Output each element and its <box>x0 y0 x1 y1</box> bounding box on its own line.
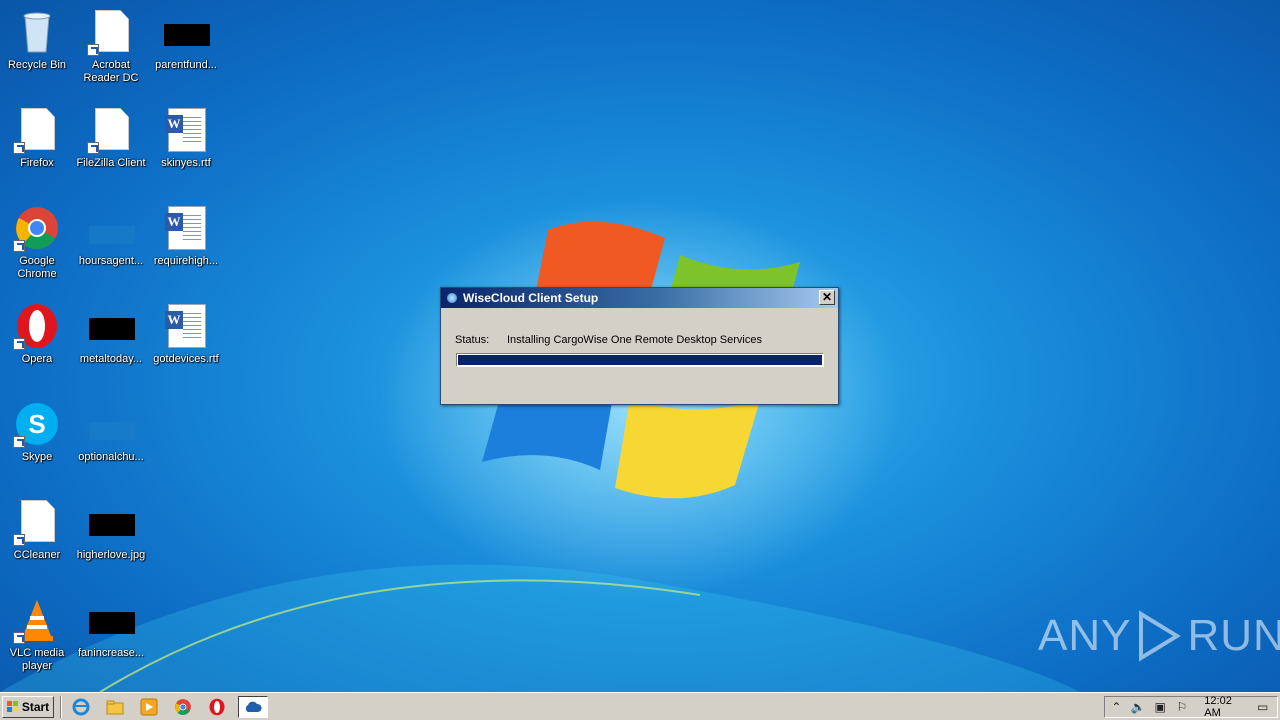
desktop-icon-fanincrease[interactable]: fanincrease... <box>74 592 148 682</box>
anyrun-watermark: ANY RUN <box>1038 610 1280 662</box>
icon-label: gotdevices.rtf <box>153 353 219 365</box>
show-desktop-icon[interactable]: ▭ <box>1255 699 1270 715</box>
chrome-icon <box>13 204 61 252</box>
play-logo-icon <box>1139 610 1182 662</box>
media-player-taskbar-button[interactable] <box>136 696 162 718</box>
filezilla-shortcut-icon <box>87 106 135 154</box>
desktop-icon-acrobat[interactable]: Acrobat Reader DC <box>74 4 148 94</box>
firefox-shortcut-icon <box>13 106 61 154</box>
icon-label: CCleaner <box>13 549 61 561</box>
volume-icon[interactable]: 🔈 <box>1131 699 1146 715</box>
desktop-icon-filezilla[interactable]: FileZilla Client <box>74 102 148 192</box>
icon-label: Skype <box>21 451 53 463</box>
desktop-icon-recycle-bin[interactable]: Recycle Bin <box>0 4 74 94</box>
opera-icon <box>13 302 61 350</box>
progress-fill <box>458 355 822 365</box>
setup-dialog: WiseCloud Client Setup ✕ Status: Install… <box>440 287 839 405</box>
file-icon <box>87 204 135 252</box>
desktop-icon-google-chrome[interactable]: Google Chrome <box>0 200 74 290</box>
desktop-icon-gotdevices[interactable]: W gotdevices.rtf <box>149 298 223 388</box>
desktop: Recycle Bin Firefox Google Chrome Opera … <box>0 0 1280 692</box>
media-player-icon <box>140 698 158 715</box>
desktop-icon-skype[interactable]: S Skype <box>0 396 74 486</box>
icon-label: FileZilla Client <box>76 157 146 169</box>
system-tray: ⌃ 🔈 ▣ ⚐ 12:02 AM ▭ <box>1104 695 1278 719</box>
blacked-file-icon <box>87 596 135 644</box>
icon-label: Acrobat Reader DC <box>83 59 139 84</box>
watermark-left: ANY <box>1038 611 1132 660</box>
desktop-icon-vlc[interactable]: VLC media player <box>0 592 74 682</box>
icon-label: Google Chrome <box>17 255 57 280</box>
acrobat-shortcut-icon <box>87 8 135 56</box>
file-icon <box>87 400 135 448</box>
start-button[interactable]: Start <box>2 695 54 718</box>
word-document-icon: W <box>162 106 210 154</box>
desktop-icon-firefox[interactable]: Firefox <box>0 102 74 192</box>
status-text: Installing CargoWise One Remote Desktop … <box>507 334 762 346</box>
explorer-taskbar-button[interactable] <box>102 696 128 718</box>
windows-flag-icon <box>6 700 19 713</box>
blacked-file-icon <box>87 302 135 350</box>
progress-bar <box>456 353 824 367</box>
desktop-icon-higherlove[interactable]: higherlove.jpg <box>74 494 148 584</box>
icon-label: Opera <box>21 353 53 365</box>
status-row: Status: Installing CargoWise One Remote … <box>455 334 762 346</box>
icon-label: parentfund... <box>155 59 217 71</box>
icon-label: fanincrease... <box>77 647 145 659</box>
skype-icon: S <box>13 400 61 448</box>
icon-label: metaltoday... <box>79 353 143 365</box>
desktop-icon-metaltoday[interactable]: metaltoday... <box>74 298 148 388</box>
show-hidden-icons-icon[interactable]: ⌃ <box>1109 699 1124 715</box>
word-document-icon: W <box>162 204 210 252</box>
word-document-icon: W <box>162 302 210 350</box>
ccleaner-shortcut-icon <box>13 498 61 546</box>
recycle-bin-icon <box>13 8 61 56</box>
wisecloud-taskbar-button[interactable] <box>238 695 268 718</box>
opera-taskbar-button[interactable] <box>204 696 230 718</box>
dialog-title: WiseCloud Client Setup <box>463 291 599 305</box>
desktop-icon-skinyes[interactable]: W skinyes.rtf <box>149 102 223 192</box>
start-label: Start <box>21 699 50 714</box>
icon-label: Firefox <box>20 157 54 169</box>
ie-taskbar-button[interactable] <box>68 696 94 718</box>
desktop-icon-parentfund[interactable]: parentfund... <box>149 4 223 94</box>
icon-label: skinyes.rtf <box>161 157 211 169</box>
blacked-file-icon <box>162 8 210 56</box>
blacked-image-icon <box>87 498 135 546</box>
close-button[interactable]: ✕ <box>819 290 835 305</box>
clock[interactable]: 12:02 AM <box>1204 695 1247 719</box>
chrome-taskbar-button[interactable] <box>170 696 196 718</box>
desktop-icon-hoursagent[interactable]: hoursagent... <box>74 200 148 290</box>
vlc-icon <box>13 596 61 644</box>
chrome-icon <box>175 698 191 715</box>
desktop-icon-requirehigh[interactable]: W requirehigh... <box>149 200 223 290</box>
opera-icon <box>209 698 225 715</box>
icon-label: Recycle Bin <box>7 59 67 71</box>
icon-label: optionalchu... <box>78 451 144 463</box>
taskbar: Start ⌃ 🔈 ▣ ⚐ 12:02 AM ▭ <box>0 692 1280 720</box>
wisecloud-icon <box>447 293 457 303</box>
desktop-icon-ccleaner[interactable]: CCleaner <box>0 494 74 584</box>
status-label: Status: <box>455 334 490 346</box>
desktop-icon-optionalchu[interactable]: optionalchu... <box>74 396 148 486</box>
icon-label: requirehigh... <box>153 255 219 267</box>
explorer-icon <box>106 700 124 714</box>
dialog-titlebar[interactable]: WiseCloud Client Setup <box>441 288 838 308</box>
icon-label: VLC media player <box>9 647 65 672</box>
watermark-right: RUN <box>1187 611 1280 660</box>
wisecloud-icon <box>245 701 262 712</box>
icon-label: higherlove.jpg <box>76 549 146 561</box>
network-icon[interactable]: ▣ <box>1153 699 1168 715</box>
icon-label: hoursagent... <box>78 255 144 267</box>
taskbar-separator <box>60 695 62 718</box>
desktop-icon-opera[interactable]: Opera <box>0 298 74 388</box>
ie-icon <box>72 698 90 715</box>
close-icon: ✕ <box>821 290 833 304</box>
action-center-flag-icon[interactable]: ⚐ <box>1175 699 1190 715</box>
svg-text:S: S <box>28 409 45 439</box>
